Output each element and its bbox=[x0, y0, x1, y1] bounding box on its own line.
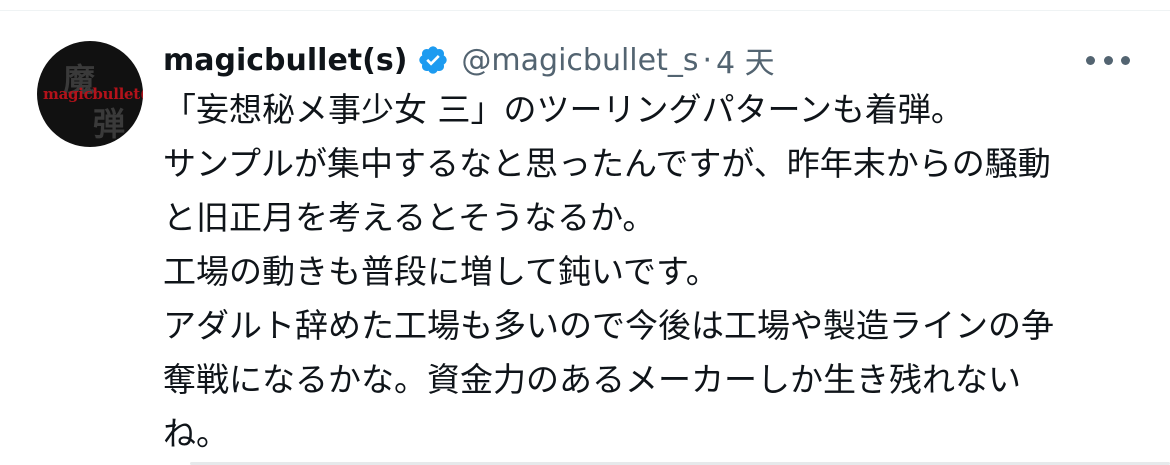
tweet-line: アダルト辞めた工場も多いので今後は工場や製造ラインの争 bbox=[163, 306, 1054, 345]
more-dot bbox=[1121, 55, 1130, 65]
more-options-icon[interactable] bbox=[1086, 52, 1130, 68]
verified-badge-icon[interactable] bbox=[417, 44, 449, 76]
tweet-timestamp[interactable]: 4 天 bbox=[716, 38, 775, 82]
separator-dot: · bbox=[702, 42, 713, 78]
tweet-line: 奪戦になるかな。資金力のあるメーカーしか生き残れない bbox=[163, 360, 1021, 399]
tweet-line: サンプルが集中するなと思ったんですが、昨年末からの騒動 bbox=[163, 144, 1051, 183]
tweet-text: 「妄想秘メ事少女 三」のツーリングパターンも着弾。 サンプルが集中するなと思った… bbox=[163, 83, 1153, 461]
avatar-logo-text: magicbullet(s) bbox=[43, 85, 143, 103]
author-handle[interactable]: @magicbullet_s bbox=[461, 43, 698, 78]
author-display-name[interactable]: magicbullet(s) bbox=[163, 43, 407, 78]
top-divider bbox=[0, 10, 1170, 11]
tweet-line: 工場の動きも普段に増して鈍いです。 bbox=[163, 252, 719, 291]
more-dot bbox=[1086, 55, 1095, 65]
more-dot bbox=[1103, 55, 1113, 65]
tweet-line: と旧正月を考えるとそうなるか。 bbox=[163, 198, 656, 237]
avatar-kanji-2: 弾 bbox=[93, 105, 126, 143]
tweet-line: ね。 bbox=[163, 414, 229, 453]
avatar[interactable]: 魔 弾 magicbullet(s) bbox=[37, 41, 143, 147]
tweet-header: magicbullet(s) @magicbullet_s · 4 天 bbox=[163, 38, 775, 82]
tweet-line: 「妄想秘メ事少女 三」のツーリングパターンも着弾。 bbox=[163, 90, 964, 129]
